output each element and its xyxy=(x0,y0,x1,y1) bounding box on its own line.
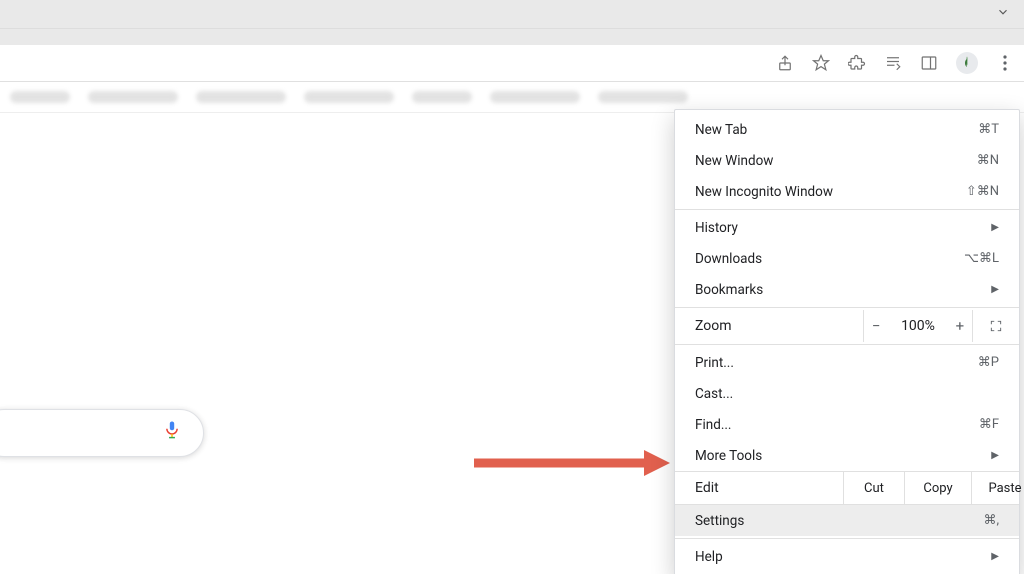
reading-list-icon[interactable] xyxy=(884,54,902,72)
bookmark-item[interactable] xyxy=(304,91,394,103)
mac-titlebar xyxy=(0,0,1024,29)
menu-separator xyxy=(675,344,1019,345)
zoom-in-button[interactable]: + xyxy=(953,317,967,335)
menu-label: Bookmarks xyxy=(695,282,763,298)
menu-item-zoom: Zoom − 100% + xyxy=(675,310,1019,342)
profile-avatar[interactable] xyxy=(956,52,978,74)
edit-cut-button[interactable]: Cut xyxy=(843,472,904,504)
menu-item-history[interactable]: History ▶ xyxy=(675,212,1019,243)
submenu-arrow-icon: ▶ xyxy=(991,551,999,562)
menu-item-help[interactable]: Help ▶ xyxy=(675,541,1019,572)
chrome-main-menu: New Tab ⌘T New Window ⌘N New Incognito W… xyxy=(674,109,1020,574)
bookmark-item[interactable] xyxy=(598,91,688,103)
chrome-menu-button[interactable] xyxy=(996,54,1014,72)
menu-shortcut: ⌘N xyxy=(977,153,999,168)
menu-shortcut: ⌥⌘L xyxy=(964,251,999,266)
menu-label: Print... xyxy=(695,355,734,371)
share-icon[interactable] xyxy=(776,54,794,72)
menu-separator xyxy=(675,209,1019,210)
bookmark-item[interactable] xyxy=(88,91,178,103)
microphone-icon[interactable] xyxy=(163,420,181,446)
menu-item-find[interactable]: Find... ⌘F xyxy=(675,409,1019,440)
menu-label: New Window xyxy=(695,153,773,169)
annotation-arrow xyxy=(472,448,670,478)
tab-strip xyxy=(0,29,1024,45)
bookmark-item[interactable] xyxy=(490,91,580,103)
browser-toolbar xyxy=(0,45,1024,82)
menu-label: New Incognito Window xyxy=(695,184,833,200)
page-content: New Tab ⌘T New Window ⌘N New Incognito W… xyxy=(0,113,1024,574)
menu-label: Help xyxy=(695,549,723,565)
menu-shortcut: ⌘T xyxy=(978,122,999,137)
zoom-value: 100% xyxy=(901,318,935,334)
edit-label: Edit xyxy=(675,472,843,504)
submenu-arrow-icon: ▶ xyxy=(991,450,999,461)
bookmark-item[interactable] xyxy=(196,91,286,103)
zoom-controls: − 100% + xyxy=(864,310,973,342)
menu-shortcut: ⇧⌘N xyxy=(966,184,999,199)
bookmark-item[interactable] xyxy=(412,91,472,103)
zoom-label: Zoom xyxy=(675,310,864,342)
menu-item-new-window[interactable]: New Window ⌘N xyxy=(675,145,1019,176)
bookmark-item[interactable] xyxy=(10,91,70,103)
menu-label: History xyxy=(695,220,738,236)
submenu-arrow-icon: ▶ xyxy=(991,284,999,295)
fullscreen-button[interactable] xyxy=(973,310,1019,342)
chevron-down-icon[interactable] xyxy=(996,5,1010,23)
menu-label: Find... xyxy=(695,417,732,433)
menu-item-more-tools[interactable]: More Tools ▶ xyxy=(675,440,1019,471)
google-search-box[interactable] xyxy=(0,409,204,457)
menu-item-bookmarks[interactable]: Bookmarks ▶ xyxy=(675,274,1019,305)
menu-label: New Tab xyxy=(695,122,747,138)
menu-item-print[interactable]: Print... ⌘P xyxy=(675,347,1019,378)
menu-item-new-tab[interactable]: New Tab ⌘T xyxy=(675,114,1019,145)
edit-paste-button[interactable]: Paste xyxy=(971,472,1024,504)
menu-label: Cast... xyxy=(695,386,733,402)
menu-shortcut: ⌘, xyxy=(983,513,999,528)
menu-separator xyxy=(675,538,1019,539)
sidepanel-icon[interactable] xyxy=(920,54,938,72)
extensions-icon[interactable] xyxy=(848,54,866,72)
star-icon[interactable] xyxy=(812,54,830,72)
menu-item-new-incognito[interactable]: New Incognito Window ⇧⌘N xyxy=(675,176,1019,207)
edit-copy-button[interactable]: Copy xyxy=(904,472,971,504)
menu-item-cast[interactable]: Cast... xyxy=(675,378,1019,409)
menu-label: Downloads xyxy=(695,251,762,267)
menu-item-edit: Edit Cut Copy Paste xyxy=(675,471,1019,505)
menu-item-downloads[interactable]: Downloads ⌥⌘L xyxy=(675,243,1019,274)
menu-shortcut: ⌘F xyxy=(979,417,999,432)
menu-label: Settings xyxy=(695,513,744,529)
menu-separator xyxy=(675,307,1019,308)
menu-shortcut: ⌘P xyxy=(978,355,999,370)
zoom-out-button[interactable]: − xyxy=(869,317,883,335)
submenu-arrow-icon: ▶ xyxy=(991,222,999,233)
menu-item-settings[interactable]: Settings ⌘, xyxy=(675,505,1019,536)
menu-label: More Tools xyxy=(695,448,762,464)
